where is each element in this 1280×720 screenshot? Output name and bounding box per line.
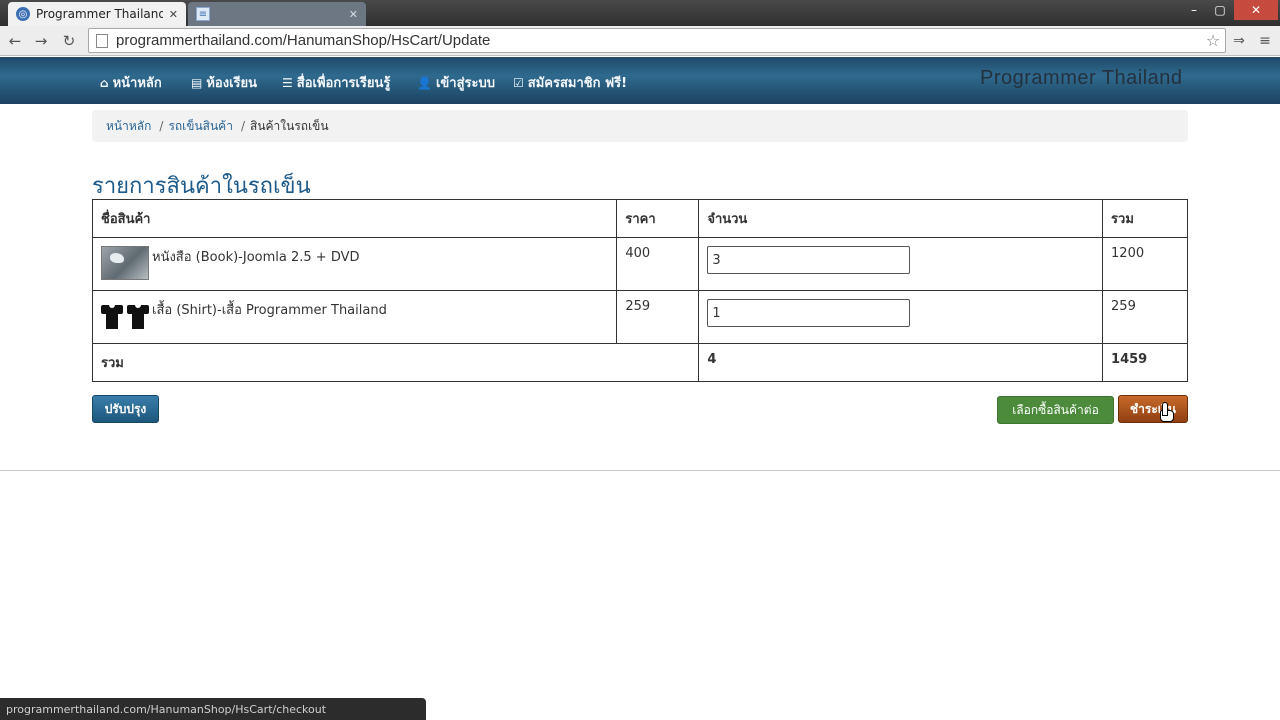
continue-shopping-button[interactable]: เลือกซื้อสินค้าต่อ <box>997 396 1114 424</box>
site-favicon-icon: ◎ <box>16 7 30 21</box>
nav-item-classroom[interactable]: ▤ ห้องเรียน <box>191 72 257 93</box>
quantity-cell <box>698 290 1104 344</box>
quantity-input[interactable] <box>707 246 911 274</box>
quantity-input[interactable] <box>707 299 911 327</box>
page-favicon-icon: ≡ <box>196 7 210 21</box>
forward-arrow-icon[interactable]: → <box>30 30 52 52</box>
nav-item-learning-media[interactable]: ☰ สื่อเพื่อการเรียนรู้ <box>282 72 390 93</box>
back-arrow-icon[interactable]: ← <box>4 30 26 52</box>
shirt-thumbnail-image <box>101 299 149 333</box>
footer-divider <box>0 470 1280 471</box>
hand-cursor-icon <box>1160 402 1174 422</box>
book-thumbnail-image <box>101 246 149 280</box>
update-button[interactable]: ปรับปรุง <box>92 395 159 423</box>
browser-tab-strip: ◎ Programmer Thailand - U| ✕ ≡ ✕ – ▢ ✕ <box>0 0 1280 26</box>
total-quantity: 4 <box>698 343 1104 382</box>
cart-table: ชื่อสินค้า ราคา จำนวน รวม หนังสือ (Book)… <box>91 199 1188 382</box>
header-product-name: ชื่อสินค้า <box>91 199 618 238</box>
breadcrumb-separator: / <box>159 119 164 133</box>
browser-tab-active[interactable]: ◎ Programmer Thailand - U| ✕ <box>8 2 186 26</box>
total-label: รวม <box>91 343 700 382</box>
close-window-icon[interactable]: ✕ <box>1234 0 1278 20</box>
list-icon: ☰ <box>282 75 293 90</box>
bookmark-star-icon[interactable]: ☆ <box>1201 31 1225 50</box>
menu-icon[interactable]: ≡ <box>1256 30 1274 52</box>
table-header-row: ชื่อสินค้า ราคา จำนวน รวม <box>91 199 1188 238</box>
table-row: เสื้อ (Shirt)-เสื้อ Programmer Thailand … <box>91 290 1188 344</box>
site-brand[interactable]: Programmer Thailand <box>980 67 1183 90</box>
extension-icon[interactable]: ⇒ <box>1230 30 1248 52</box>
price-cell: 400 <box>616 237 700 291</box>
nav-item-register[interactable]: ☑ สมัครสมาชิก ฟรี! <box>513 72 627 93</box>
header-price: ราคา <box>616 199 700 238</box>
quantity-cell <box>698 237 1104 291</box>
tab-title: Programmer Thailand - U| <box>36 7 163 21</box>
total-row: รวม 4 1459 <box>91 343 1188 382</box>
nav-item-label: หน้าหลัก <box>112 76 162 91</box>
site-navbar: ⌂ หน้าหลัก ▤ ห้องเรียน ☰ สื่อเพื่อการเรี… <box>0 57 1280 104</box>
breadcrumb-home[interactable]: หน้าหลัก <box>106 117 151 136</box>
page-title: รายการสินค้าในรถเข็น <box>92 174 311 199</box>
header-quantity: จำนวน <box>698 199 1104 238</box>
status-bar: programmerthailand.com/HanumanShop/HsCar… <box>0 698 426 720</box>
breadcrumb-current: สินค้าในรถเข็น <box>250 118 329 133</box>
product-cell: เสื้อ (Shirt)-เสื้อ Programmer Thailand <box>91 290 618 344</box>
nav-item-login[interactable]: 👤 เข้าสู่ระบบ <box>417 72 495 93</box>
price-cell: 259 <box>616 290 700 344</box>
maximize-icon[interactable]: ▢ <box>1208 0 1232 20</box>
browser-toolbar: ← → ↻ programmerthailand.com/HanumanShop… <box>0 26 1280 56</box>
nav-item-label: ห้องเรียน <box>206 76 257 91</box>
nav-item-home[interactable]: ⌂ หน้าหลัก <box>100 72 162 93</box>
address-bar[interactable]: programmerthailand.com/HanumanShop/HsCar… <box>88 28 1226 53</box>
minimize-icon[interactable]: – <box>1182 0 1206 20</box>
check-icon: ☑ <box>513 75 524 90</box>
table-row: หนังสือ (Book)-Joomla 2.5 + DVD 400 1200 <box>91 237 1188 291</box>
breadcrumb-cart[interactable]: รถเข็นสินค้า <box>168 117 233 136</box>
reload-icon[interactable]: ↻ <box>58 30 80 52</box>
product-cell: หนังสือ (Book)-Joomla 2.5 + DVD <box>91 237 618 291</box>
sum-cell: 259 <box>1102 290 1188 344</box>
nav-item-label: สมัครสมาชิก ฟรี! <box>527 76 628 91</box>
home-icon: ⌂ <box>100 75 109 90</box>
url-text[interactable]: programmerthailand.com/HanumanShop/HsCar… <box>116 32 1201 49</box>
product-name: หนังสือ (Book)-Joomla 2.5 + DVD <box>152 250 360 265</box>
browser-tab-inactive[interactable]: ≡ ✕ <box>188 2 366 26</box>
header-sum: รวม <box>1102 199 1188 238</box>
page-icon <box>96 33 108 48</box>
nav-item-label: สื่อเพื่อการเรียนรู้ <box>296 76 391 91</box>
nav-item-label: เข้าสู่ระบบ <box>435 76 495 91</box>
tab-close-icon[interactable]: ✕ <box>169 8 178 21</box>
user-icon: 👤 <box>417 75 432 90</box>
checkout-button[interactable]: ชำระเงิน <box>1118 395 1188 423</box>
breadcrumb-separator: / <box>240 119 245 133</box>
breadcrumb: หน้าหลัก / รถเข็นสินค้า / สินค้าในรถเข็น <box>92 110 1188 142</box>
sum-cell: 1200 <box>1102 237 1188 291</box>
product-name: เสื้อ (Shirt)-เสื้อ Programmer Thailand <box>152 303 387 318</box>
total-sum: 1459 <box>1102 343 1188 382</box>
book-icon: ▤ <box>191 75 203 90</box>
tab-close-icon[interactable]: ✕ <box>349 8 358 21</box>
